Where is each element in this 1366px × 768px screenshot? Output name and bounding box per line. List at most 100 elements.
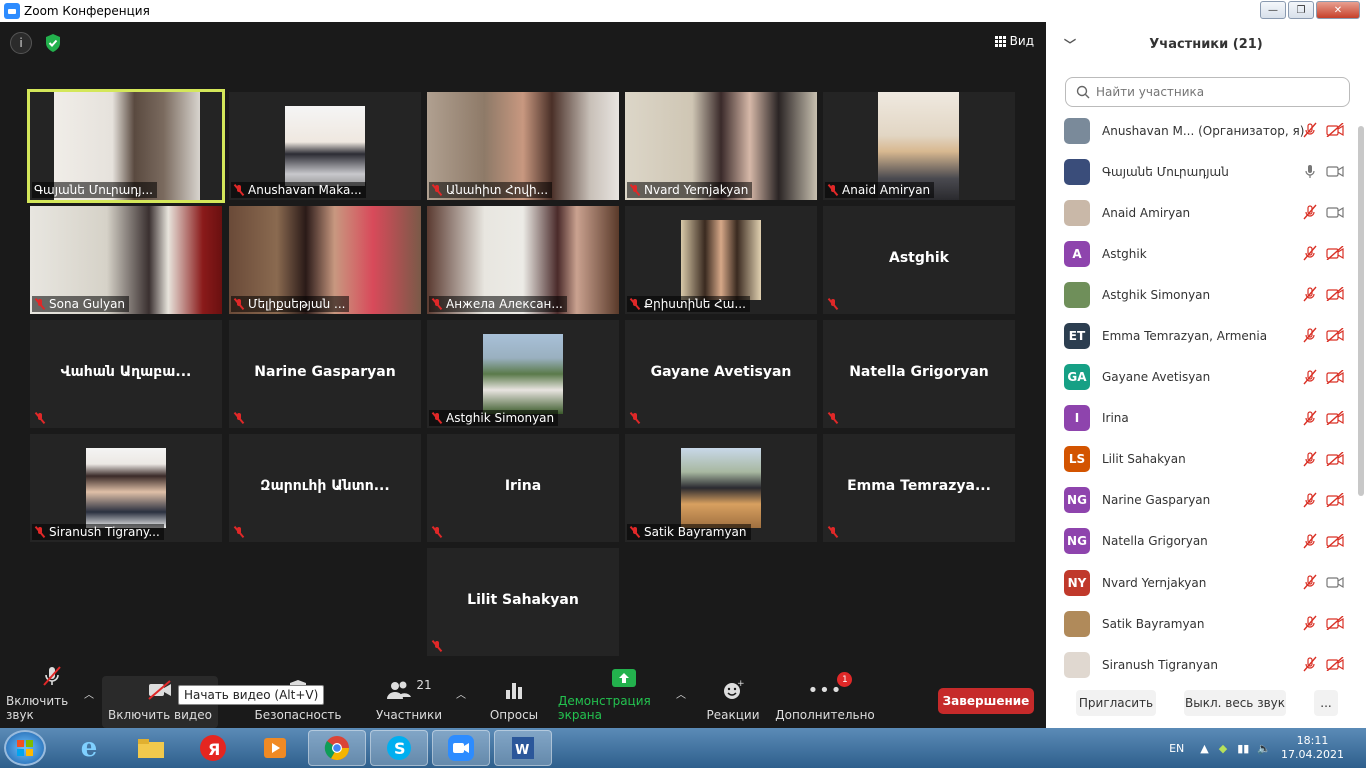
- video-off-icon[interactable]: [1326, 122, 1344, 140]
- video-off-icon[interactable]: [1326, 245, 1344, 263]
- participant-row[interactable]: ET Emma Temrazyan, Armenia: [1046, 315, 1354, 356]
- scrollbar[interactable]: [1358, 126, 1364, 496]
- video-tile[interactable]: Emma Temrazya...: [823, 434, 1015, 542]
- skype-icon[interactable]: S: [370, 730, 428, 766]
- participant-row[interactable]: Siranush Tigranyan: [1046, 644, 1354, 685]
- video-off-icon[interactable]: [1326, 492, 1344, 510]
- video-tile[interactable]: Irina: [427, 434, 619, 542]
- maximize-button[interactable]: ❐: [1288, 1, 1314, 19]
- mic-muted-icon[interactable]: [1302, 245, 1318, 264]
- participant-row[interactable]: Anaid Amiryan: [1046, 192, 1354, 233]
- mic-muted-icon[interactable]: [1302, 533, 1318, 552]
- unmute-button[interactable]: Включить звук: [6, 666, 98, 728]
- search-input[interactable]: [1096, 85, 1336, 99]
- video-tile[interactable]: Anaid Amiryan: [823, 92, 1015, 200]
- chrome-icon[interactable]: [308, 730, 366, 766]
- video-tile[interactable]: Satik Bayramyan: [625, 434, 817, 542]
- participant-row[interactable]: Satik Bayramyan: [1046, 603, 1354, 644]
- video-off-icon[interactable]: [1326, 656, 1344, 674]
- start-button[interactable]: [4, 730, 46, 766]
- video-tile[interactable]: Անահիտ Հովի...: [427, 92, 619, 200]
- polls-button[interactable]: Опросы: [486, 676, 542, 728]
- mic-muted-icon[interactable]: [1302, 286, 1318, 305]
- video-tile[interactable]: Astghik: [823, 206, 1015, 314]
- volume-icon[interactable]: 🔈: [1257, 742, 1271, 755]
- mic-muted-icon[interactable]: [1302, 122, 1318, 141]
- video-tile[interactable]: Գայանե Մուրադյ...: [27, 89, 225, 203]
- video-off-icon[interactable]: [1326, 286, 1344, 304]
- participant-row[interactable]: I Irina: [1046, 398, 1354, 439]
- minimize-button[interactable]: —: [1260, 1, 1286, 19]
- tray-app-icon[interactable]: ◆: [1219, 742, 1227, 755]
- panel-more-button[interactable]: ...: [1314, 690, 1338, 716]
- video-off-icon[interactable]: [1326, 327, 1344, 345]
- mic-icon[interactable]: [1302, 163, 1318, 182]
- video-off-icon[interactable]: [1326, 410, 1344, 428]
- video-tile[interactable]: Анжела Алексан...: [427, 206, 619, 314]
- video-tile[interactable]: Քրիստինե Հա...: [625, 206, 817, 314]
- yandex-browser-icon[interactable]: Я: [184, 730, 242, 766]
- video-off-icon[interactable]: [1326, 533, 1344, 551]
- reactions-button[interactable]: + Реакции: [704, 676, 762, 728]
- mic-muted-icon[interactable]: [1302, 615, 1318, 634]
- invite-button[interactable]: Пригласить: [1076, 690, 1156, 716]
- view-button[interactable]: Вид: [994, 34, 1034, 48]
- video-tile[interactable]: Gayane Avetisyan: [625, 320, 817, 428]
- participant-row[interactable]: NG Narine Gasparyan: [1046, 480, 1354, 521]
- video-off-icon[interactable]: [1326, 369, 1344, 387]
- media-player-icon[interactable]: [246, 730, 304, 766]
- video-icon[interactable]: [1326, 164, 1344, 181]
- mic-muted-icon[interactable]: [1302, 656, 1318, 675]
- video-icon[interactable]: [1326, 205, 1344, 222]
- zoom-icon[interactable]: [432, 730, 490, 766]
- video-off-icon[interactable]: [1326, 451, 1344, 469]
- encryption-shield-icon[interactable]: [42, 32, 64, 54]
- participants-button[interactable]: 21 Участники: [372, 676, 446, 728]
- end-meeting-button[interactable]: Завершение: [938, 688, 1034, 714]
- video-tile[interactable]: Siranush Tigrany...: [30, 434, 222, 542]
- mic-muted-icon[interactable]: [1302, 492, 1318, 511]
- tray-expand-icon[interactable]: ▲: [1200, 742, 1208, 755]
- video-tile[interactable]: Narine Gasparyan: [229, 320, 421, 428]
- collapse-chevron-icon[interactable]: ﹀: [1064, 36, 1076, 53]
- video-tile[interactable]: Natella Grigoryan: [823, 320, 1015, 428]
- mute-all-button[interactable]: Выкл. весь звук: [1184, 690, 1286, 716]
- video-tile[interactable]: Astghik Simonyan: [427, 320, 619, 428]
- participant-row[interactable]: NY Nvard Yernjakyan: [1046, 562, 1354, 603]
- file-explorer-icon[interactable]: [122, 730, 180, 766]
- network-signal-icon[interactable]: ▮▮: [1237, 742, 1249, 755]
- video-tile[interactable]: Anushavan Maka...: [229, 92, 421, 200]
- word-icon[interactable]: W: [494, 730, 552, 766]
- participant-search[interactable]: [1065, 77, 1350, 107]
- participants-caret-icon[interactable]: ︿: [456, 686, 466, 701]
- video-tile[interactable]: Lilit Sahakyan: [427, 548, 619, 656]
- participant-row[interactable]: Anushavan M... (Организатор, я): [1046, 110, 1354, 151]
- audio-options-caret-icon[interactable]: ︿: [84, 686, 94, 701]
- mic-muted-icon[interactable]: [1302, 451, 1318, 470]
- participant-row[interactable]: A Astghik: [1046, 233, 1354, 274]
- participant-row[interactable]: Astghik Simonyan: [1046, 274, 1354, 315]
- participant-row[interactable]: Գայանե Մուրադյան: [1046, 151, 1354, 192]
- video-icon[interactable]: [1326, 575, 1344, 592]
- video-off-icon[interactable]: [1326, 615, 1344, 633]
- mic-muted-icon[interactable]: [1302, 410, 1318, 429]
- video-tile[interactable]: Nvard Yernjakyan: [625, 92, 817, 200]
- participant-row[interactable]: GA Gayane Avetisyan: [1046, 357, 1354, 398]
- video-tile[interactable]: Մելիքսեթյան ...: [229, 206, 421, 314]
- info-icon[interactable]: i: [10, 32, 32, 54]
- participant-row[interactable]: NG Natella Grigoryan: [1046, 521, 1354, 562]
- share-screen-button[interactable]: Демонстрация экрана: [558, 669, 690, 728]
- mic-muted-icon[interactable]: [1302, 204, 1318, 223]
- mic-muted-icon[interactable]: [1302, 369, 1318, 388]
- video-tile[interactable]: Զարուհի Անտո...: [229, 434, 421, 542]
- participant-row[interactable]: LS Lilit Sahakyan: [1046, 439, 1354, 480]
- mic-muted-icon[interactable]: [1302, 327, 1318, 346]
- language-indicator[interactable]: EN: [1169, 742, 1184, 755]
- close-button[interactable]: ✕: [1316, 1, 1360, 19]
- more-button[interactable]: ••• 1 Дополнительно: [775, 672, 875, 728]
- share-options-caret-icon[interactable]: ︿: [676, 686, 686, 701]
- clock[interactable]: 18:11 17.04.2021: [1281, 734, 1344, 762]
- video-tile[interactable]: Sona Gulyan: [30, 206, 222, 314]
- video-tile[interactable]: Վահան Աղաբա...: [30, 320, 222, 428]
- mic-muted-icon[interactable]: [1302, 574, 1318, 593]
